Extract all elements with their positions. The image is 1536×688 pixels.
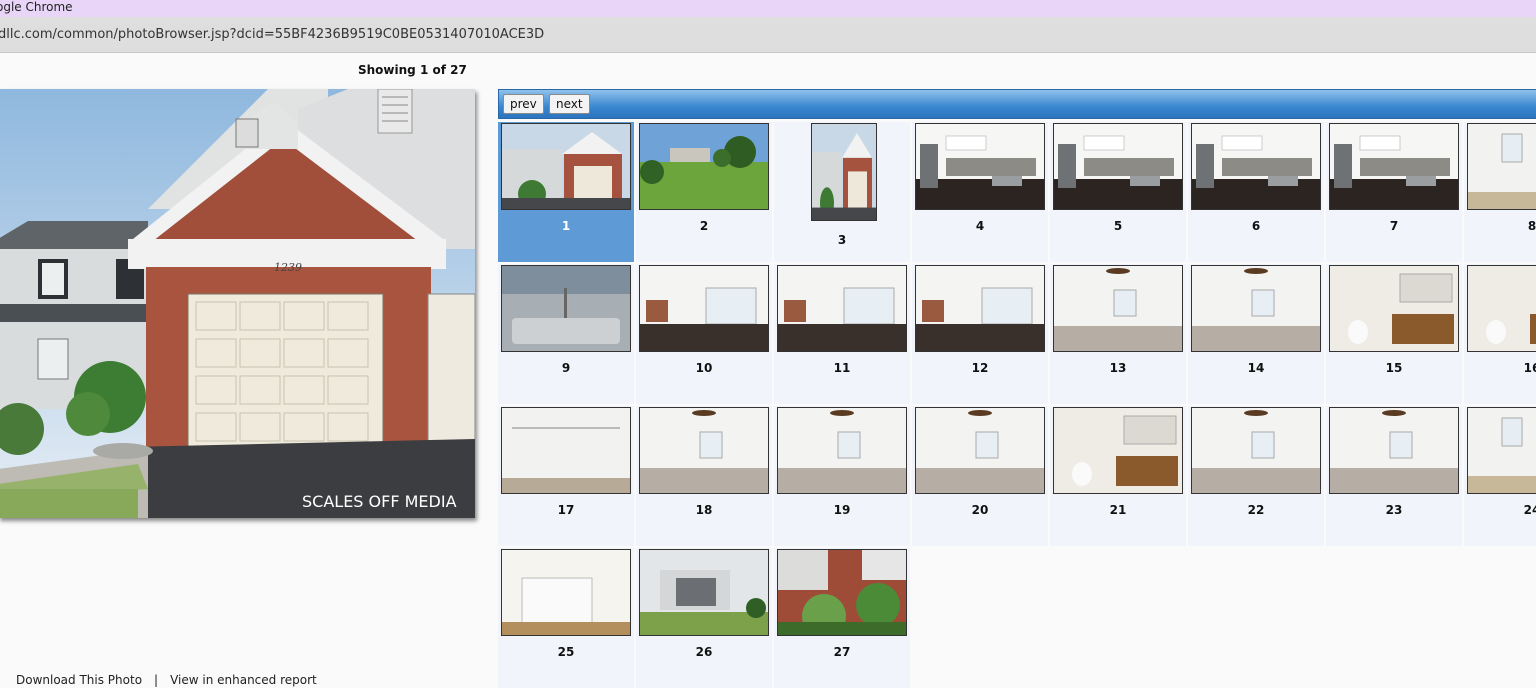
thumbnail-image[interactable]: [639, 265, 769, 352]
thumbnail-image[interactable]: [777, 407, 907, 494]
thumbnail-image[interactable]: [915, 123, 1045, 210]
thumbnail-number: 11: [833, 361, 851, 375]
thumbnail-cell[interactable]: 24: [1464, 406, 1536, 546]
thumbnail-number: 14: [1247, 361, 1265, 375]
thumbnail-cell[interactable]: 5: [1050, 122, 1186, 262]
thumbnail-cell[interactable]: 7: [1326, 122, 1462, 262]
thumbnail-image[interactable]: [1053, 123, 1183, 210]
thumbnail-number: 21: [1109, 503, 1127, 517]
thumbnail-image[interactable]: [501, 549, 631, 636]
address-bar[interactable]: dllc.com/common/photoBrowser.jsp?dcid=55…: [0, 17, 1536, 53]
thumbnail-cell[interactable]: 3: [774, 122, 910, 262]
thumbnail-number: 3: [837, 233, 847, 247]
thumbnail-number: 24: [1523, 503, 1536, 517]
thumbnail-image[interactable]: [811, 123, 877, 221]
main-photo-watermark: SCALES OFF MEDIA: [302, 492, 457, 511]
thumbnail-image[interactable]: [639, 549, 769, 636]
thumbnail-image[interactable]: [1191, 123, 1321, 210]
thumbnail-number: 15: [1385, 361, 1403, 375]
thumbnail-cell[interactable]: 8: [1464, 122, 1536, 262]
thumbnail-image[interactable]: [1191, 407, 1321, 494]
thumbnail-image[interactable]: [1329, 123, 1459, 210]
thumbnail-cell[interactable]: 4: [912, 122, 1048, 262]
thumbnail-image[interactable]: [1053, 265, 1183, 352]
thumbnail-image[interactable]: [639, 407, 769, 494]
thumbnail-image[interactable]: [1329, 407, 1459, 494]
thumbnail-number: 8: [1527, 219, 1536, 233]
thumbnail-cell[interactable]: 6: [1188, 122, 1324, 262]
thumbnail-cell[interactable]: 12: [912, 264, 1048, 404]
thumbnail-cell[interactable]: 23: [1326, 406, 1462, 546]
thumbnail-cell[interactable]: 17: [498, 406, 634, 546]
thumbnail-number: 19: [833, 503, 851, 517]
url-text[interactable]: dllc.com/common/photoBrowser.jsp?dcid=55…: [0, 27, 544, 42]
thumbnail-number: 27: [833, 645, 851, 659]
thumbnail-number: 2: [699, 219, 709, 233]
window-titlebar: ogle Chrome: [0, 0, 1536, 17]
showing-counter: Showing 1 of 27: [358, 63, 467, 77]
thumbnail-gallery: prev next 123456789101112131415161718192…: [498, 89, 1536, 688]
thumbnail-number: 18: [695, 503, 713, 517]
thumbnail-cell[interactable]: 13: [1050, 264, 1186, 404]
thumbnail-number: 1: [561, 219, 571, 233]
thumbnail-cell[interactable]: 1: [498, 122, 634, 262]
thumbnail-cell[interactable]: 14: [1188, 264, 1324, 404]
thumbnail-cell[interactable]: 19: [774, 406, 910, 546]
gallery-toolbar: prev next: [498, 89, 1536, 119]
thumbnail-image[interactable]: [777, 265, 907, 352]
thumbnail-image[interactable]: [1467, 407, 1536, 494]
thumbnail-image[interactable]: [915, 407, 1045, 494]
prev-button[interactable]: prev: [503, 94, 544, 114]
thumbnail-number: 22: [1247, 503, 1265, 517]
thumbnail-number: 4: [975, 219, 985, 233]
thumbnail-number: 26: [695, 645, 713, 659]
thumbnail-cell[interactable]: 25: [498, 548, 634, 688]
thumbnail-image[interactable]: [501, 407, 631, 494]
thumbnail-image[interactable]: [501, 123, 631, 210]
thumbnail-cell[interactable]: 26: [636, 548, 772, 688]
thumbnail-number: 7: [1389, 219, 1399, 233]
thumbnail-image[interactable]: [915, 265, 1045, 352]
thumbnail-number: 9: [561, 361, 571, 375]
thumbnail-image[interactable]: [1467, 265, 1536, 352]
thumbnail-number: 20: [971, 503, 989, 517]
thumbnail-cell[interactable]: 2: [636, 122, 772, 262]
thumbnail-number: 12: [971, 361, 989, 375]
thumbnail-cell[interactable]: 20: [912, 406, 1048, 546]
window-title: ogle Chrome: [0, 0, 73, 14]
main-photo: 1239 SCALES OFF MEDIA: [0, 89, 475, 518]
thumbnail-number: 5: [1113, 219, 1123, 233]
thumbnail-image[interactable]: [501, 265, 631, 352]
thumbnail-number: 10: [695, 361, 713, 375]
thumbnail-cell[interactable]: 21: [1050, 406, 1186, 546]
thumbnail-number: 6: [1251, 219, 1261, 233]
thumbnail-number: 25: [557, 645, 575, 659]
thumbnail-image[interactable]: [777, 549, 907, 636]
next-button[interactable]: next: [549, 94, 590, 114]
thumbnail-cell[interactable]: 11: [774, 264, 910, 404]
thumbnail-image[interactable]: [1191, 265, 1321, 352]
thumbnail-cell[interactable]: 15: [1326, 264, 1462, 404]
house-number: 1239: [274, 261, 302, 274]
thumbnail-number: 17: [557, 503, 575, 517]
thumbnail-image[interactable]: [1329, 265, 1459, 352]
thumbnail-cell[interactable]: 10: [636, 264, 772, 404]
thumbnail-number: 23: [1385, 503, 1403, 517]
thumbnail-cell[interactable]: 18: [636, 406, 772, 546]
thumbnail-number: 16: [1523, 361, 1536, 375]
thumbnail-number: 13: [1109, 361, 1127, 375]
thumbnail-cell[interactable]: 9: [498, 264, 634, 404]
thumbnail-cell[interactable]: 22: [1188, 406, 1324, 546]
thumbnail-image[interactable]: [639, 123, 769, 210]
thumbnail-cell[interactable]: 27: [774, 548, 910, 688]
thumbnail-image[interactable]: [1467, 123, 1536, 210]
thumbnail-image[interactable]: [1053, 407, 1183, 494]
thumbnail-cell[interactable]: 16: [1464, 264, 1536, 404]
